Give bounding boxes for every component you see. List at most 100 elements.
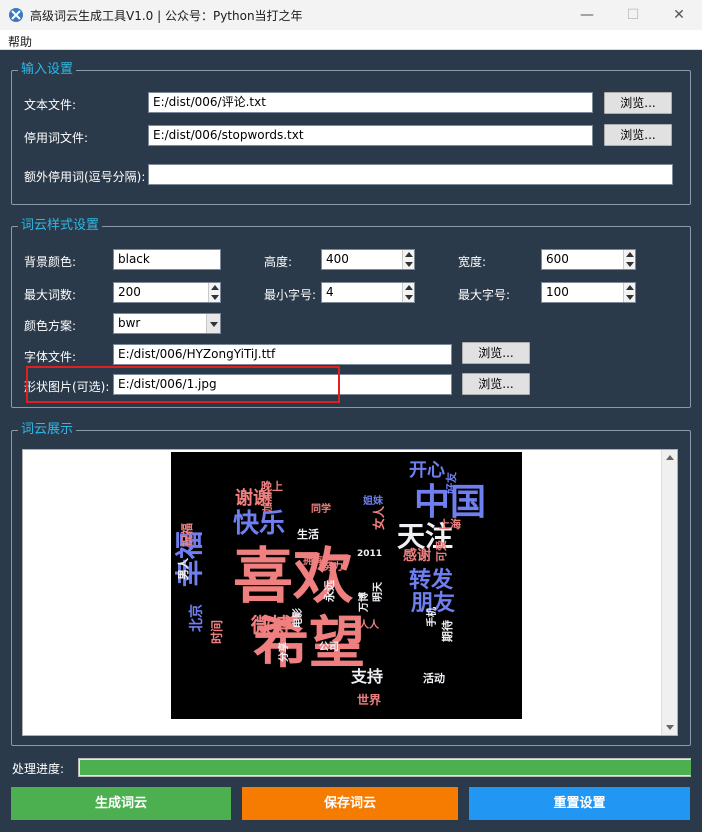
wordcloud-word: 可爱 [435, 540, 448, 562]
reset-button[interactable]: 重置设置 [469, 787, 690, 820]
spin-up-icon[interactable] [626, 252, 634, 257]
wordcloud-word: 祝福 [179, 523, 194, 547]
height-spin-arrows[interactable] [402, 250, 414, 269]
spin-up-icon[interactable] [405, 285, 413, 290]
wordcloud-word: 同学 [311, 502, 331, 515]
height-spinbox[interactable]: 400 [321, 249, 415, 270]
spin-up-icon[interactable] [626, 285, 634, 290]
wordcloud-word: 支持 [350, 667, 383, 686]
bg-color-input[interactable]: black [113, 249, 221, 270]
min-font-spinbox[interactable]: 4 [321, 282, 415, 303]
colormap-label: 颜色方案: [24, 319, 77, 333]
chevron-down-icon[interactable] [206, 314, 220, 333]
stopwords-input[interactable]: E:/dist/006/stopwords.txt [148, 125, 593, 146]
wordcloud-word: 加油 [261, 492, 274, 513]
spin-up-icon[interactable] [405, 252, 413, 257]
height-label: 高度: [264, 255, 293, 269]
wordcloud-word: 公司 [319, 641, 339, 653]
wordcloud-word: 人人 [359, 618, 380, 631]
wordcloud-word: 时间 [209, 620, 224, 644]
mask-browse-button[interactable]: 浏览... [462, 373, 530, 395]
display-title: 词云展示 [18, 422, 77, 438]
max-font-value: 100 [546, 285, 569, 299]
spin-down-icon[interactable] [626, 262, 634, 267]
wordcloud-word: 好友 [444, 472, 458, 495]
max-words-spinbox[interactable]: 200 [113, 282, 221, 303]
wordcloud-word: 快乐 [233, 509, 285, 539]
scroll-down-icon[interactable] [666, 725, 674, 730]
wordcloud-word: 世界 [357, 692, 381, 707]
font-file-browse-button[interactable]: 浏览... [462, 342, 530, 364]
progress-bar [78, 758, 691, 777]
style-settings-title: 词云样式设置 [18, 218, 103, 234]
menu-help[interactable]: 帮助 [8, 33, 32, 50]
menu-bar: 帮助 [0, 30, 702, 50]
close-button[interactable]: ✕ [656, 0, 702, 30]
text-file-input[interactable]: E:/dist/006/评论.txt [148, 92, 593, 113]
title-bar: 高级词云生成工具V1.0 | 公众号：Python当打之年 — ☐ ✕ [0, 0, 702, 30]
wordcloud-word: 万博 [357, 592, 370, 613]
wordcloud-word: 电影 [291, 608, 304, 628]
max-font-label: 最大字号: [458, 288, 511, 302]
width-value: 600 [546, 252, 569, 266]
window-title: 高级词云生成工具V1.0 | 公众号：Python当打之年 [30, 9, 303, 23]
wordcloud-word: 明天 [372, 581, 384, 602]
wordcloud-panel: 喜欢 希望 中国 天注 快乐 幸福 转发 朋友 微博 支持 谢谢 开心 感谢 北京 时间 世界 女人 男人 生活 上海… [22, 449, 678, 736]
width-label: 宽度: [458, 255, 487, 269]
wordcloud-word: 北京 [188, 604, 205, 632]
minimize-button[interactable]: — [564, 0, 610, 30]
height-value: 400 [326, 252, 349, 266]
wordcloud-word: 永远 [322, 580, 336, 603]
extra-stopwords-input[interactable] [148, 164, 673, 185]
wordcloud-word: 活动 [423, 671, 445, 685]
max-words-label: 最大词数: [24, 288, 77, 302]
max-font-spin-arrows[interactable] [623, 283, 635, 302]
width-spin-arrows[interactable] [623, 250, 635, 269]
spin-down-icon[interactable] [405, 295, 413, 300]
progress-fill [80, 760, 691, 775]
wordcloud-word: 手机 [425, 607, 438, 627]
maximize-button[interactable]: ☐ [610, 0, 656, 30]
text-file-browse-button[interactable]: 浏览... [604, 92, 672, 114]
spin-down-icon[interactable] [405, 262, 413, 267]
wordcloud-word: 上海 [439, 517, 461, 531]
wordcloud-word: 分享 [277, 642, 290, 662]
progress-label: 处理进度: [12, 762, 65, 776]
min-font-spin-arrows[interactable] [402, 283, 414, 302]
stopwords-browse-button[interactable]: 浏览... [604, 124, 672, 146]
wordcloud-word: 女人 [371, 505, 386, 530]
width-spinbox[interactable]: 600 [541, 249, 636, 270]
max-words-spin-arrows[interactable] [208, 283, 220, 302]
wordcloud-image: 喜欢 希望 中国 天注 快乐 幸福 转发 朋友 微博 支持 谢谢 开心 感谢 北京 时间 世界 女人 男人 生活 上海… [171, 452, 522, 719]
wordcloud-word: 微博 [250, 613, 291, 637]
font-file-input[interactable]: E:/dist/006/HYZongYiTiJ.ttf [113, 344, 452, 365]
spin-down-icon[interactable] [211, 295, 219, 300]
spin-down-icon[interactable] [626, 295, 634, 300]
wordcloud-word: 晚上 [261, 479, 283, 493]
bg-color-label: 背景颜色: [24, 255, 77, 269]
colormap-select[interactable]: bwr [113, 313, 221, 334]
wordcloud-word: 转发 [409, 567, 454, 593]
generate-button[interactable]: 生成词云 [11, 787, 231, 820]
colormap-value: bwr [118, 316, 141, 330]
vertical-scrollbar[interactable] [661, 450, 677, 735]
save-button[interactable]: 保存词云 [242, 787, 458, 820]
wordcloud-word: 努力 [323, 560, 343, 573]
wordcloud-word: 开心 [409, 460, 445, 481]
scroll-up-icon[interactable] [666, 455, 674, 460]
wordcloud-word: 拥有 [303, 554, 323, 567]
text-file-label: 文本文件: [24, 98, 77, 112]
min-font-label: 最小字号: [264, 288, 317, 302]
wordcloud-word: 2011 [357, 549, 382, 559]
input-settings-title: 输入设置 [18, 62, 77, 78]
min-font-value: 4 [326, 285, 334, 299]
stopwords-label: 停用词文件: [24, 131, 89, 145]
wordcloud-word: 感谢 [403, 547, 431, 564]
max-font-spinbox[interactable]: 100 [541, 282, 636, 303]
app-icon [9, 8, 23, 22]
max-words-value: 200 [118, 285, 141, 299]
spin-up-icon[interactable] [211, 285, 219, 290]
font-file-label: 字体文件: [24, 350, 77, 364]
wordcloud-word: 生活 [297, 527, 319, 541]
wordcloud-word: 姐妹 [363, 494, 384, 507]
